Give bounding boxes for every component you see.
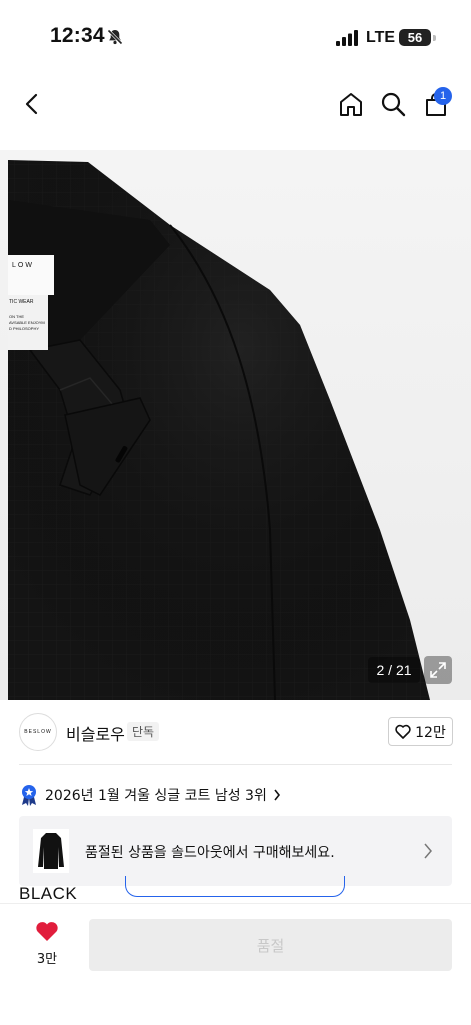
home-button[interactable] (335, 88, 367, 120)
brand-logo[interactable]: BESLOW (19, 713, 57, 751)
chevron-right-icon (274, 789, 280, 801)
heart-filled-icon (36, 922, 58, 941)
status-time: 12:34 (50, 24, 105, 47)
ranking-link[interactable]: 2026년 1월 겨울 싱글 코트 남성 3위 (19, 783, 281, 807)
network-type: LTE (366, 29, 396, 46)
expand-image-button[interactable] (424, 656, 452, 684)
bell-muted-icon (107, 29, 123, 45)
battery-tip (433, 35, 436, 41)
search-button[interactable] (377, 88, 409, 120)
signal-icon (336, 30, 358, 46)
label-line: D PHILOSOPHY (9, 326, 40, 331)
heart-outline-icon (395, 724, 411, 739)
status-bar: 12:34 LTE 56 (0, 0, 471, 70)
battery-icon: 56 (399, 29, 431, 46)
ranking-badge-icon (22, 785, 36, 806)
soldout-banner-text: 품절된 상품을 솔드아웃에서 구매해보세요. (85, 845, 335, 861)
brand-name[interactable]: 비슬로우 (66, 721, 125, 745)
bottom-purchase-bar: 3만 품절 (0, 903, 471, 1025)
back-button[interactable] (17, 88, 49, 120)
wish-count: 3만 (36, 952, 58, 967)
label-line: TIC WEAR (9, 299, 34, 305)
coat-thumbnail (33, 829, 69, 873)
label-brand-text: LOW (12, 262, 34, 269)
search-icon (381, 92, 406, 117)
coat-image (8, 160, 430, 700)
brand-like-button[interactable]: 12만 (388, 717, 453, 746)
cart-count-badge: 1 (434, 87, 452, 105)
brand-logo-text: BESLOW (24, 729, 52, 735)
soldout-button: 품절 (89, 919, 452, 971)
color-option-label: BLACK (19, 884, 78, 903)
chevron-right-icon (424, 843, 432, 859)
brand-row: BESLOW 비슬로우 단독 12만 (0, 712, 471, 764)
expand-icon (430, 662, 446, 678)
divider (19, 764, 452, 765)
home-icon (340, 93, 362, 116)
back-arrow-icon (25, 93, 38, 115)
option-selector-outline[interactable] (125, 876, 345, 897)
label-line: ON THE (9, 314, 25, 319)
battery-level: 56 (407, 30, 423, 45)
image-counter: 2 / 21 (368, 657, 420, 683)
brand-like-count: 12만 (415, 724, 446, 741)
ranking-text: 2026년 1월 겨울 싱글 코트 남성 3위 (45, 788, 267, 804)
label-line: AVSABLE ENJOYM (9, 320, 45, 325)
wish-button[interactable]: 3만 (26, 920, 68, 967)
top-navigation (0, 78, 471, 130)
product-image[interactable]: LOW TIC WEAR ON THE AVSABLE ENJOYM D PHI… (0, 150, 471, 700)
exclusive-tag: 단독 (127, 722, 160, 741)
